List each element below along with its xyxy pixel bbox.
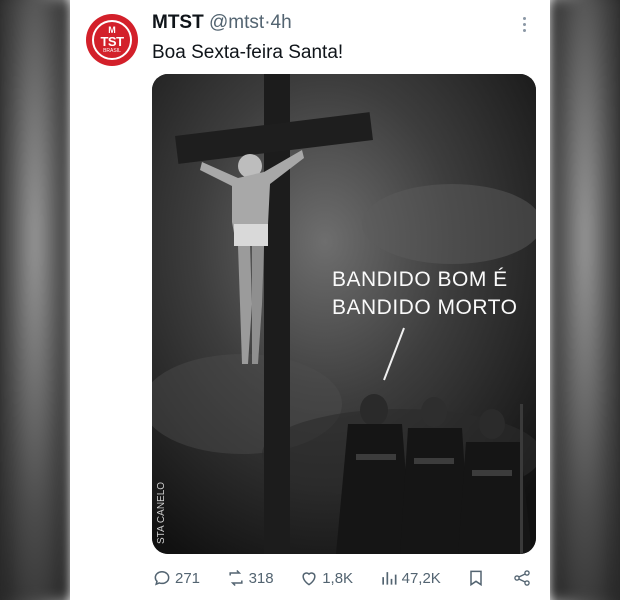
- artist-signature: STA CANELO: [156, 482, 167, 544]
- repost-count: 318: [248, 569, 274, 587]
- tweet-actions: 271 318 1,8K 47,2K: [152, 566, 532, 590]
- bookmark-button[interactable]: [466, 568, 486, 588]
- more-icon[interactable]: [514, 12, 534, 36]
- views-icon: [381, 572, 397, 585]
- background-right: [550, 0, 620, 600]
- tweet-card[interactable]: M TST BRASIL MTST @mtst·4h Boa Sexta-fei…: [70, 0, 550, 600]
- repost-icon: [229, 569, 243, 587]
- like-count: 1,8K: [322, 569, 354, 587]
- share-icon: [514, 570, 530, 586]
- repost-button[interactable]: 318: [226, 568, 274, 588]
- bookmark-icon: [470, 570, 483, 587]
- account-name[interactable]: MTST: [152, 12, 204, 33]
- account-handle[interactable]: @mtst: [209, 12, 264, 33]
- tweet-time[interactable]: 4h: [271, 12, 292, 33]
- views-count: 47,2K: [401, 569, 441, 587]
- speech-text-line-1: BANDIDO BOM É: [332, 268, 508, 291]
- crucifixion-illustration: BANDIDO BOM É BANDIDO MORTO STA CANELO: [152, 74, 536, 554]
- avatar-logo-sub: BRASIL: [103, 48, 121, 54]
- share-button[interactable]: [512, 568, 532, 588]
- views-button[interactable]: 47,2K: [379, 568, 441, 588]
- avatar-logo-text: TST: [100, 34, 124, 49]
- tweet-header: MTST @mtst·4h: [152, 12, 292, 34]
- reply-count: 271: [175, 569, 201, 587]
- tweet-text: Boa Sexta-feira Santa!: [152, 42, 344, 63]
- avatar[interactable]: M TST BRASIL: [86, 14, 138, 66]
- like-button[interactable]: 1,8K: [299, 568, 353, 588]
- reply-button[interactable]: 271: [152, 568, 200, 588]
- like-icon: [302, 572, 316, 586]
- speech-text-line-2: BANDIDO MORTO: [332, 296, 517, 319]
- avatar-logo: M TST BRASIL: [92, 20, 132, 60]
- tweet-image[interactable]: BANDIDO BOM É BANDIDO MORTO STA CANELO: [152, 74, 536, 554]
- background-left: [0, 0, 70, 600]
- reply-icon: [154, 570, 170, 586]
